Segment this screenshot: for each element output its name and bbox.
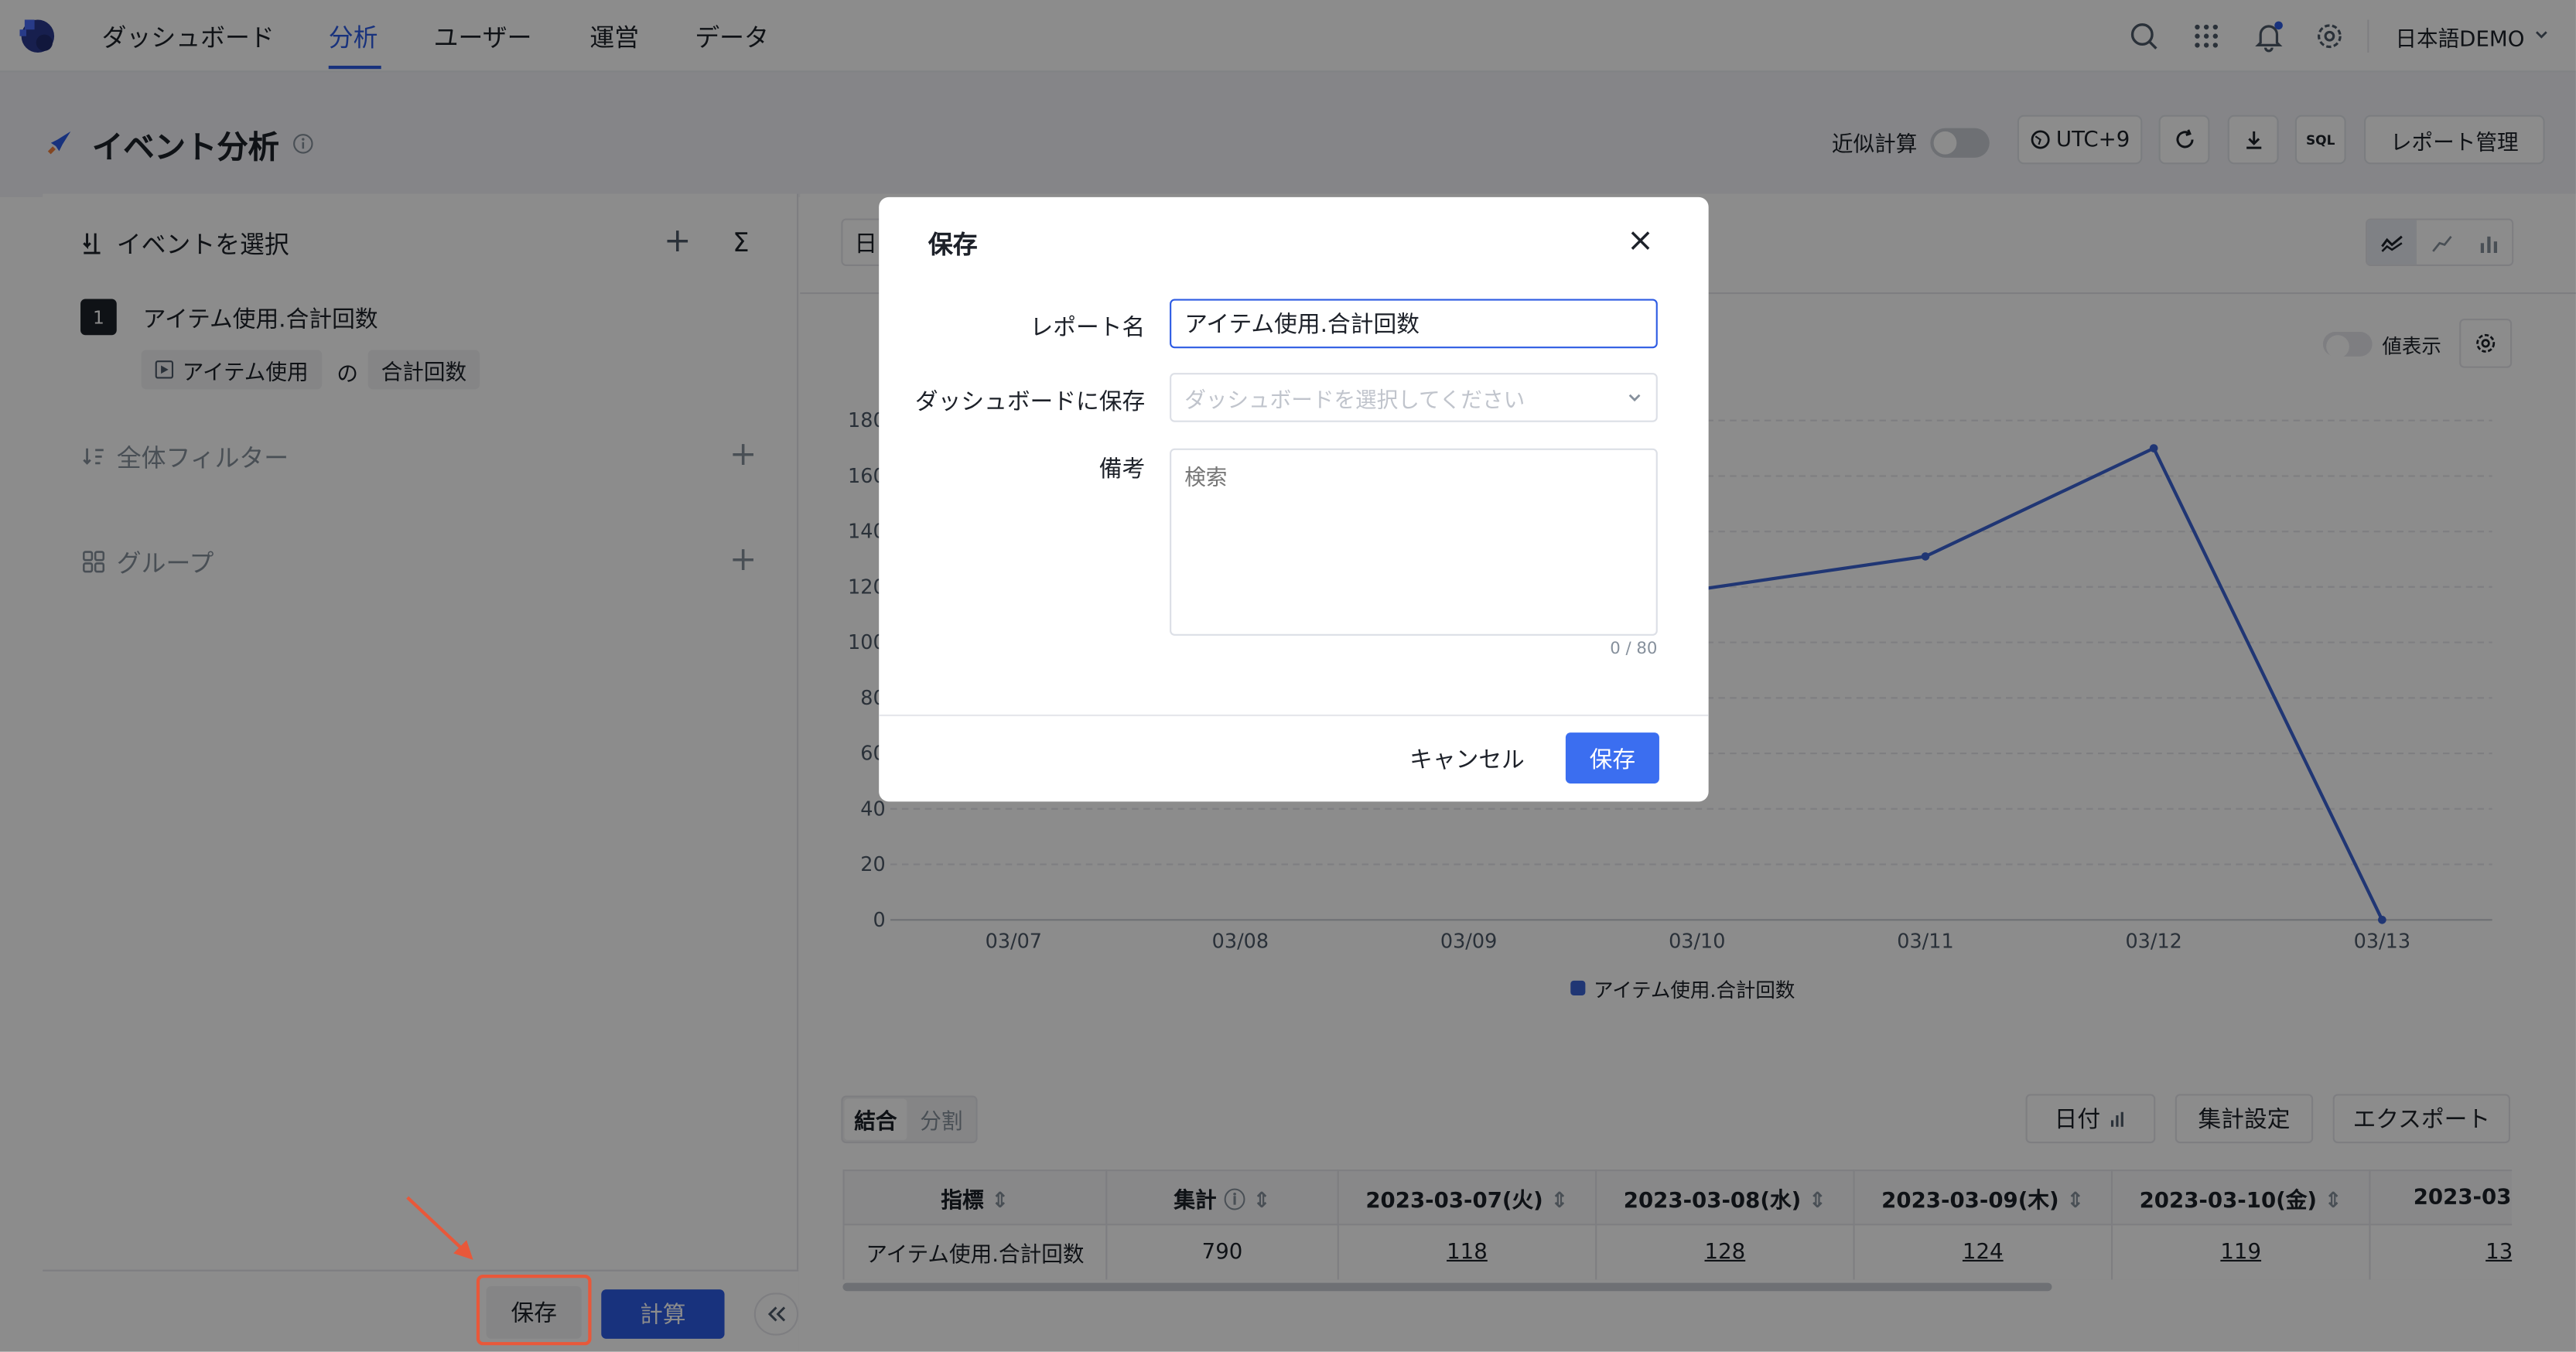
chevron-down-icon <box>1626 389 1642 405</box>
dashboard-select-placeholder: ダッシュボードを選択してください <box>1184 388 1525 414</box>
dashboard-label: ダッシュボードに保存 <box>914 389 1146 416</box>
report-name-input[interactable] <box>1170 299 1658 349</box>
cancel-button[interactable]: キャンセル <box>1402 732 1533 784</box>
note-label: 備考 <box>1098 456 1146 483</box>
dashboard-select[interactable]: ダッシュボードを選択してください <box>1170 373 1658 422</box>
annotation-arrow-icon <box>406 1196 473 1260</box>
note-char-counter: 0 / 80 <box>1610 640 1658 659</box>
app-root: ダッシュボード 分析 ユーザー 運営 データ 日本語DEMO イベント分析 近似… <box>0 0 2576 1352</box>
modal-title: 保存 <box>928 230 978 260</box>
close-icon[interactable] <box>1623 224 1655 256</box>
report-name-label: レポート名 <box>1030 315 1146 342</box>
save-report-modal: 保存 レポート名 ダッシュボードに保存 ダッシュボードを選択してください 備考 … <box>879 196 1709 802</box>
modal-save-button[interactable]: 保存 <box>1565 732 1659 784</box>
note-textarea[interactable] <box>1170 448 1658 636</box>
modal-footer-divider <box>879 714 1709 716</box>
save-button-highlight <box>476 1274 592 1346</box>
